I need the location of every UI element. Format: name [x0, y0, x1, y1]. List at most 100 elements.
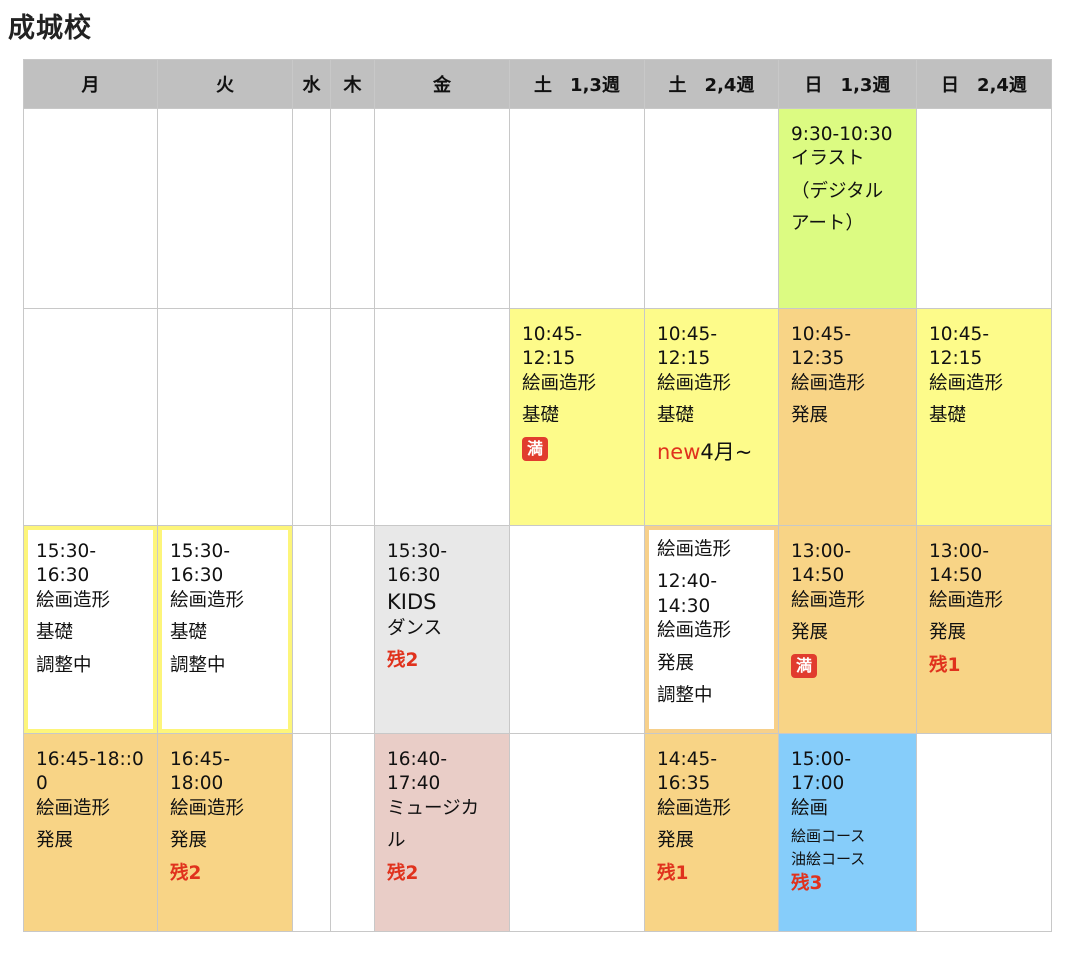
header-mon: 月: [23, 59, 158, 109]
class-level: 基礎: [929, 405, 967, 427]
class-name: 絵画造形: [657, 620, 732, 642]
class-cell-r4-tue[interactable]: 16:45-18:00 絵画造形 発展 残2: [157, 733, 293, 932]
class-time: 16:40-: [387, 749, 447, 770]
new-start-label: 4月~: [700, 439, 753, 464]
class-time: 16:30: [36, 565, 90, 587]
class-name: 絵画造形: [657, 539, 732, 560]
cell-r1-sat24: [644, 108, 779, 309]
class-time: 16:30: [387, 565, 441, 587]
class-cell-r4-sat24[interactable]: 14:45- 16:35 絵画造形 発展 残1: [644, 733, 779, 932]
class-name: 絵画造形: [929, 372, 1004, 394]
class-name: ダンス: [387, 617, 443, 639]
class-cell-r3-mon[interactable]: 15:30- 16:30 絵画造形 基礎 調整中: [23, 525, 158, 734]
table-row: 16:45-18::0 0 絵画造形 発展 16:45-18:00 絵画造形 発…: [23, 733, 1052, 932]
class-cell-r4-mon[interactable]: 16:45-18::0 0 絵画造形 発展: [23, 733, 158, 932]
class-status: 調整中: [657, 685, 713, 707]
course-option: 絵画コース: [791, 827, 866, 846]
class-level: 発展: [657, 830, 695, 852]
class-cell-r3-sun24[interactable]: 13:00-14:50 絵画造形 発展 残1: [916, 525, 1052, 734]
class-time: 17:00: [791, 773, 845, 795]
class-name: 絵画造形: [657, 797, 732, 819]
class-cell-r4-fri[interactable]: 16:40- 17:40 ミュージカ ル 残2: [374, 733, 510, 932]
class-name: 絵画造形: [657, 372, 732, 394]
cell-r1-fri: [374, 108, 510, 309]
class-cell-r3-sat24[interactable]: 絵画造形 12:40- 14:30 絵画造形 発展 調整中: [644, 525, 779, 734]
class-level: 発展: [36, 830, 74, 852]
class-time: 16:35: [657, 773, 711, 795]
class-time: 9:30-10:30: [791, 124, 893, 145]
cell-r4-thu: [330, 733, 375, 932]
class-level: 基礎: [36, 622, 74, 644]
class-cell-r3-sun13[interactable]: 13:00-14:50 絵画造形 発展 満: [778, 525, 917, 734]
remaining-seats: 残2: [387, 862, 419, 884]
remaining-seats: 残2: [387, 649, 419, 671]
cell-r3-thu: [330, 525, 375, 734]
class-level: 基礎: [170, 622, 208, 644]
header-fri: 金: [374, 59, 510, 109]
header-sun-24: 日 2,4週: [916, 59, 1052, 109]
class-cell-r1-sun13[interactable]: 9:30-10:30 イラスト （デジタル アート）: [778, 108, 917, 309]
class-name: 絵画造形: [170, 797, 245, 819]
class-time: 16:30: [170, 565, 224, 587]
cell-r3-wed: [292, 525, 331, 734]
class-name: 絵画造形: [36, 589, 111, 611]
class-time: 15:30-: [170, 541, 230, 562]
class-name: 絵画造形: [36, 797, 111, 819]
header-row: 月 火 水 木 金 土 1,3週 土 2,4週 日 1,3週 日 2,4週: [23, 59, 1052, 109]
class-level: 発展: [929, 622, 967, 644]
class-cell-r4-sun13[interactable]: 15:00- 17:00 絵画 絵画コース 油絵コース 残3: [778, 733, 917, 932]
cell-r3-sat13: [509, 525, 645, 734]
class-time: 15:30-: [387, 541, 447, 562]
class-level: 基礎: [657, 405, 695, 427]
class-time: 12:15: [929, 348, 983, 370]
class-level: 発展: [170, 830, 208, 852]
table-row: 15:30- 16:30 絵画造形 基礎 調整中 15:30- 16:30 絵画…: [23, 525, 1052, 734]
class-cell-r3-fri[interactable]: 15:30- 16:30 KIDS ダンス 残2: [374, 525, 510, 734]
class-name: 絵画造形: [791, 589, 866, 611]
table-row: 9:30-10:30 イラスト （デジタル アート）: [23, 108, 1052, 309]
class-time: 15:30-: [36, 541, 96, 562]
class-time: 14:30: [657, 595, 711, 617]
course-option: 油絵コース: [791, 849, 866, 868]
class-name: KIDS: [387, 589, 437, 614]
class-cell-r2-sat13[interactable]: 10:45- 12:15 絵画造形 基礎 満: [509, 308, 645, 526]
cell-r1-mon: [23, 108, 158, 309]
class-status: 調整中: [170, 654, 226, 676]
class-name: ミュージカ: [387, 797, 480, 819]
class-name: 絵画造形: [929, 589, 1004, 611]
cell-r1-sat13: [509, 108, 645, 309]
remaining-seats: 残2: [170, 862, 202, 884]
class-name: ル: [387, 830, 406, 852]
class-cell-r2-sat24[interactable]: 10:45- 12:15 絵画造形 基礎 new4月~: [644, 308, 779, 526]
class-name: アート）: [791, 213, 864, 235]
class-name: 絵画造形: [791, 372, 866, 394]
schedule-table: 月 火 水 木 金 土 1,3週 土 2,4週 日 1,3週 日 2,4週 9:…: [23, 59, 1052, 932]
class-name: 絵画造形: [170, 589, 245, 611]
class-time: 17:40: [387, 773, 441, 795]
class-cell-r2-sun24[interactable]: 10:45- 12:15 絵画造形 基礎: [916, 308, 1052, 526]
class-name: （デジタル: [791, 180, 884, 202]
header-wed: 水: [292, 59, 331, 109]
class-time: 14:45-: [657, 749, 717, 770]
cell-r4-wed: [292, 733, 331, 932]
class-time: 12:40-: [657, 571, 717, 593]
class-time: 15:00-: [791, 749, 851, 770]
class-cell-r2-sun13[interactable]: 10:45- 12:35 絵画造形 発展: [778, 308, 917, 526]
cell-r1-wed: [292, 108, 331, 309]
class-time: 16:45-18::0: [36, 749, 144, 770]
class-level: 発展: [657, 652, 695, 674]
class-name: 絵画造形: [522, 372, 597, 394]
header-sun-13: 日 1,3週: [778, 59, 917, 109]
remaining-seats: 残1: [657, 862, 689, 884]
class-level: 基礎: [522, 405, 560, 427]
class-time: 13:00-14:50: [791, 541, 851, 587]
class-cell-r3-tue[interactable]: 15:30- 16:30 絵画造形 基礎 調整中: [157, 525, 293, 734]
header-sat-13: 土 1,3週: [509, 59, 645, 109]
class-time: 10:45-: [791, 324, 851, 345]
class-time: 16:45-18:00: [170, 749, 230, 795]
cell-r2-thu: [330, 308, 375, 526]
cell-r1-thu: [330, 108, 375, 309]
class-time: 12:15: [522, 348, 576, 370]
remaining-seats: 残1: [929, 654, 961, 676]
cell-r1-tue: [157, 108, 293, 309]
